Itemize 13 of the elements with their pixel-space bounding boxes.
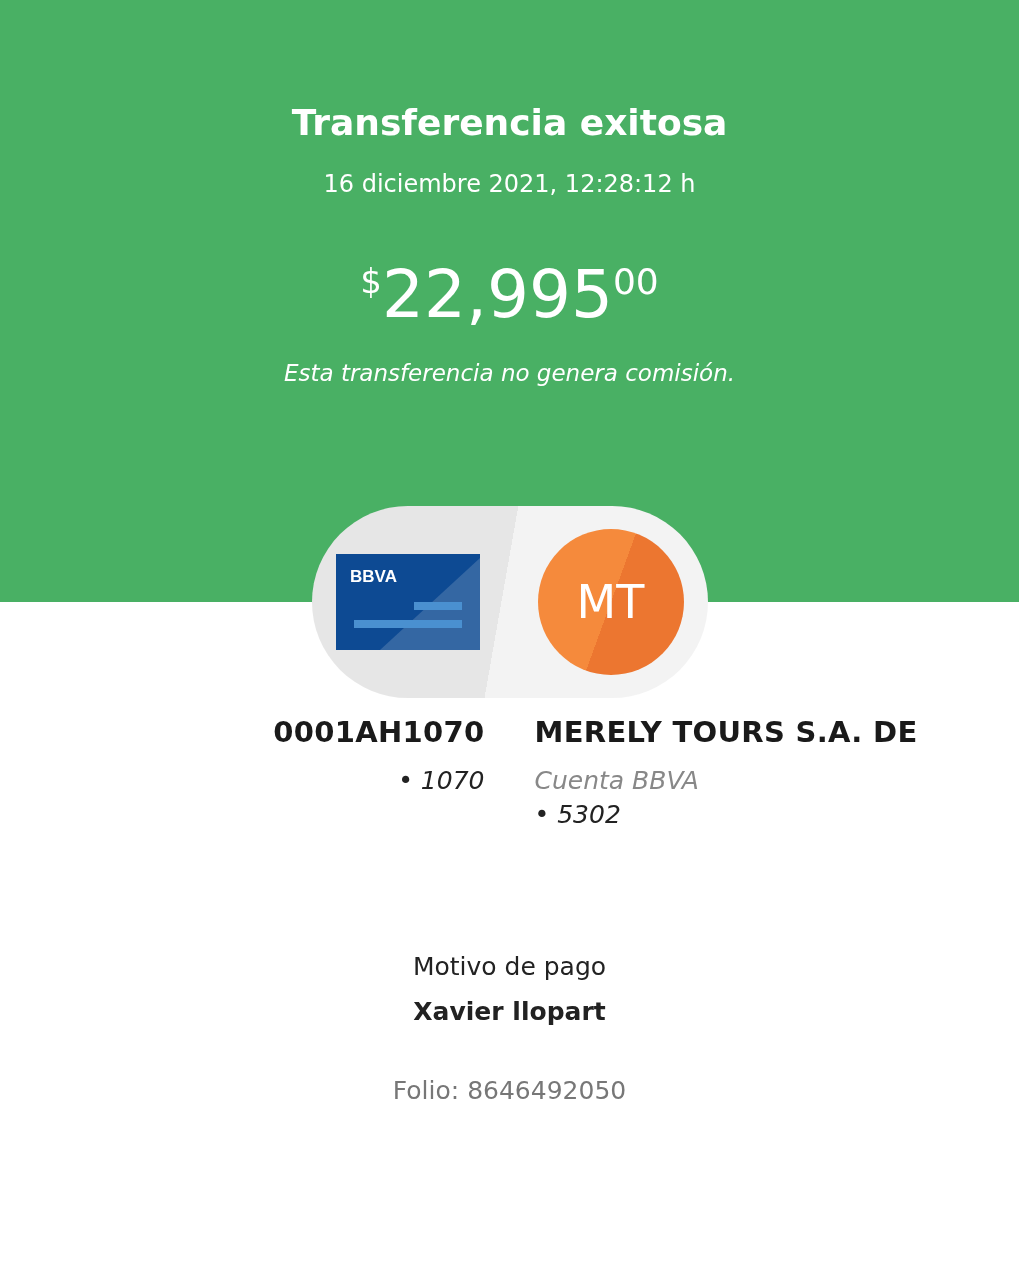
account-digits: • 1070 bbox=[398, 765, 485, 797]
title: Transferencia exitosa bbox=[291, 101, 728, 145]
source-account: 0001AH1070 bbox=[273, 714, 485, 750]
payment-reason: Xavier llopart bbox=[413, 997, 606, 1026]
transfer-datetime: 16 diciembre 2021, 12:28:12 h bbox=[323, 169, 696, 200]
avatar: MT bbox=[537, 529, 684, 675]
recipient-name: MERELY TOURS S.A. DE bbox=[534, 714, 918, 750]
bank-card-icon: BBVA bbox=[335, 554, 480, 650]
payment-reason-label: Motivo de pago bbox=[412, 952, 607, 981]
recipient-bank: Cuenta BBVA bbox=[534, 765, 699, 797]
account-digits: • 5302 bbox=[534, 799, 621, 831]
folio: Folio: 8646492050 bbox=[392, 1076, 627, 1105]
commission-note: Esta transferencia no genera comisión. bbox=[283, 360, 736, 386]
